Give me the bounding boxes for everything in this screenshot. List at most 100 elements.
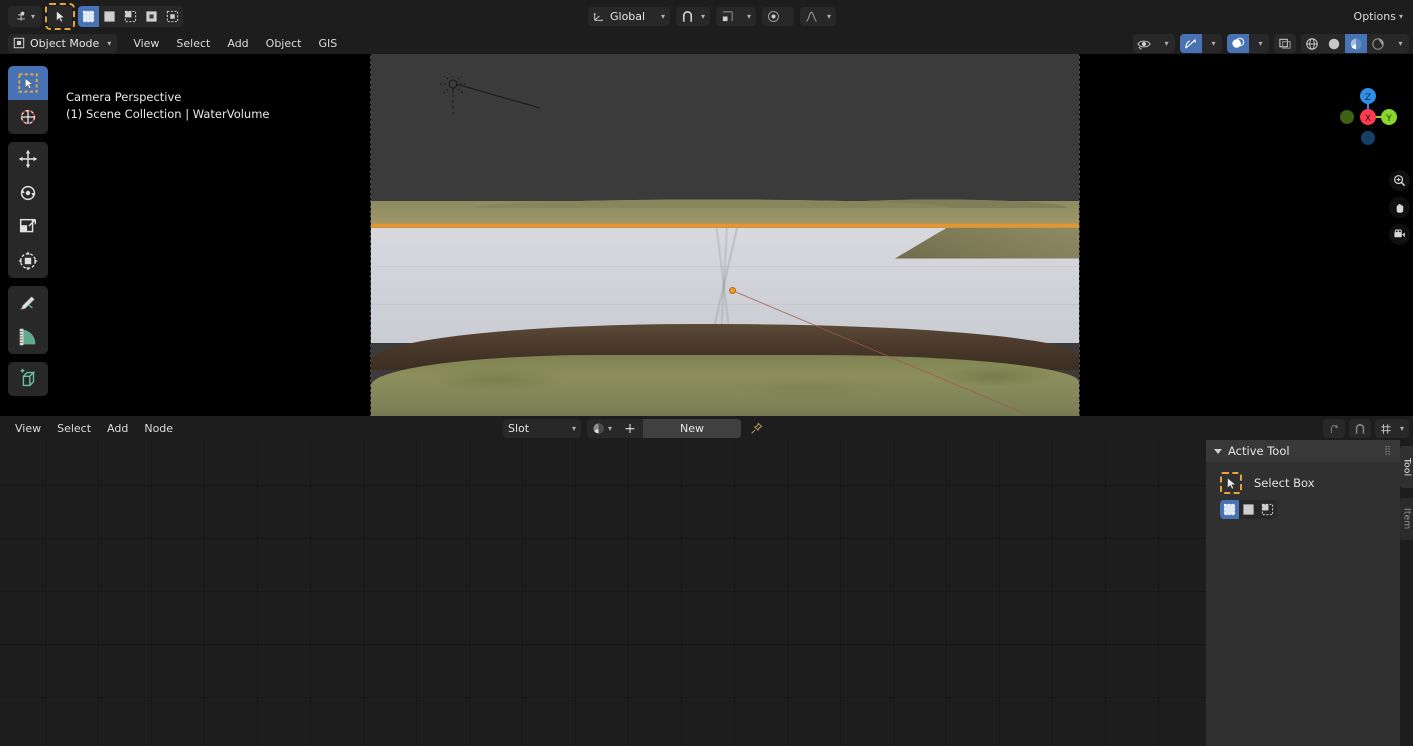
object-mode-label: Object Mode [30, 36, 100, 50]
active-tool-row: Select Box [1206, 462, 1400, 500]
proportional-editing-toggle[interactable] [762, 6, 794, 26]
side-panel-tabs: Tool Item [1400, 440, 1413, 746]
camera-view-icon[interactable] [1389, 224, 1410, 245]
tool-add-cube[interactable] [8, 362, 48, 396]
tool-select-mode-set[interactable] [1220, 500, 1239, 519]
gizmo-dropdown-chevron[interactable]: ▾ [1202, 34, 1222, 53]
axis-navigation-gizmo[interactable]: Z Y X [1331, 80, 1405, 154]
snap-toggle[interactable]: ▾ [676, 6, 710, 26]
select-mode-set[interactable] [78, 5, 99, 27]
properties-side-panel: Active Tool ⣿ Select Box Tool Item [1206, 440, 1413, 746]
options-button[interactable]: Options ▾ [1348, 6, 1409, 27]
panel-grip-icon: ⣿ [1384, 446, 1392, 456]
shader-menu-add[interactable]: Add [100, 419, 135, 437]
zoom-icon[interactable] [1389, 170, 1410, 191]
viewport-menu-add[interactable]: Add [220, 34, 255, 52]
xray-group [1274, 34, 1296, 53]
snap-increment-icon [722, 10, 733, 21]
magnet-icon [682, 10, 693, 22]
shading-dropdown-chevron[interactable]: ▾ [1389, 34, 1409, 53]
falloff-dropdown[interactable]: ▾ [800, 6, 836, 26]
viewport-menu-select[interactable]: Select [169, 34, 217, 52]
object-visibility-icon[interactable] [1133, 34, 1155, 53]
tool-annotate[interactable] [8, 286, 48, 320]
shading-wireframe[interactable] [1301, 34, 1323, 53]
shader-node-canvas[interactable] [0, 440, 1206, 746]
viewport-info-line1: Camera Perspective [66, 90, 182, 104]
blender-window: ▾ Global ▾ ▾ ▾ ▾ Options ▾ Object Mode ▾… [0, 0, 1413, 746]
shader-menu-select[interactable]: Select [50, 419, 98, 437]
side-panel-tab-tool[interactable]: Tool [1400, 446, 1413, 488]
toolbar-left [8, 66, 48, 396]
editor-type-icon[interactable]: ▾ [8, 5, 42, 27]
snap-target-dropdown[interactable]: ▾ [716, 6, 756, 26]
tool-move[interactable] [8, 142, 48, 176]
transform-orientation-dropdown[interactable]: Global ▾ [588, 6, 670, 26]
new-material-plus-icon[interactable]: + [617, 419, 643, 438]
shading-material-preview[interactable] [1345, 34, 1367, 53]
viewport-menu-view[interactable]: View [126, 34, 166, 52]
active-tool-title: Active Tool [1228, 444, 1290, 458]
slot-dropdown[interactable]: Slot ▾ [503, 419, 581, 438]
topbar-left-group: ▾ [8, 2, 183, 30]
shading-modes-group: ▾ [1301, 34, 1409, 53]
panel-collapse-triangle-icon[interactable] [1214, 448, 1222, 454]
overlays-dropdown-chevron[interactable]: ▾ [1249, 34, 1269, 53]
tool-select-mode-extend[interactable] [1239, 500, 1258, 519]
shader-magnet-icon[interactable] [1349, 419, 1371, 438]
select-mode-invert[interactable] [141, 6, 162, 27]
viewport-menu-object[interactable]: Object [259, 34, 309, 52]
tool-select-box[interactable] [8, 66, 48, 100]
snap-node-icon [1381, 423, 1391, 434]
axis-label-z: Z [1365, 93, 1371, 103]
tool-transform[interactable] [8, 244, 48, 278]
slot-label: Slot [508, 422, 530, 435]
shading-rendered[interactable] [1367, 34, 1389, 53]
tool-cursor[interactable] [8, 100, 48, 134]
tool-scale[interactable] [8, 210, 48, 244]
viewport-3d[interactable]: Object Mode ▾ View Select Add Object GIS [0, 32, 1413, 416]
select-mode-subtract[interactable] [120, 6, 141, 27]
select-box-cursor-icon[interactable] [45, 2, 75, 30]
side-panel-tab-item[interactable]: Item [1400, 498, 1413, 540]
select-mode-extend[interactable] [99, 6, 120, 27]
select-mode-group [78, 5, 183, 27]
shader-menu-node[interactable]: Node [137, 419, 180, 437]
axis-label-x: X [1365, 114, 1371, 124]
shader-editor[interactable]: View Select Add Node Slot ▾ ▾ + New ▾ [0, 416, 1413, 746]
new-material-button[interactable]: New [643, 419, 741, 438]
viewport-header-right: ▾ ▾ ▾ ▾ [1133, 34, 1409, 53]
tool-measure[interactable] [8, 320, 48, 354]
select-mode-intersect[interactable] [162, 6, 183, 27]
viewport-canvas[interactable]: Camera Perspective (1) Scene Collection … [0, 54, 1413, 416]
sun-lamp-gizmo[interactable] [428, 76, 558, 118]
shader-menu-view[interactable]: View [8, 419, 48, 437]
visibility-dropdown-chevron[interactable]: ▾ [1155, 34, 1175, 53]
gizmo-icon[interactable] [1180, 34, 1202, 53]
select-box-icon[interactable] [1220, 472, 1242, 494]
pin-icon[interactable] [747, 419, 765, 438]
active-tool-panel-header[interactable]: Active Tool ⣿ [1206, 440, 1400, 462]
viewport-header: Object Mode ▾ View Select Add Object GIS [0, 32, 1413, 54]
tool-rotate[interactable] [8, 176, 48, 210]
xray-toggle-icon[interactable] [1274, 34, 1296, 53]
viewport-menu-gis[interactable]: GIS [311, 34, 344, 52]
overlays-icon[interactable] [1227, 34, 1249, 53]
shader-material-controls: Slot ▾ ▾ + New [503, 419, 765, 438]
material-datablock: ▾ + New [587, 419, 741, 438]
tool-select-mode-subtract[interactable] [1258, 500, 1277, 519]
pan-icon[interactable] [1389, 197, 1410, 218]
object-origin-marker[interactable] [729, 287, 736, 294]
top-bar: ▾ Global ▾ ▾ ▾ ▾ Options ▾ [0, 0, 1413, 32]
go-to-parent-icon[interactable] [1323, 419, 1345, 438]
gizmo-group: ▾ [1180, 34, 1222, 53]
options-label: Options [1353, 9, 1396, 23]
viewport-nav-buttons [1389, 170, 1410, 245]
orientation-axes-icon [593, 12, 604, 22]
smooth-falloff-icon [806, 11, 817, 22]
material-browse-icon[interactable]: ▾ [587, 419, 617, 438]
snap-node-dropdown[interactable]: ▾ [1375, 419, 1409, 438]
near-grass-terrain [371, 354, 1079, 416]
shading-solid[interactable] [1323, 34, 1345, 53]
object-mode-dropdown[interactable]: Object Mode ▾ [8, 33, 118, 53]
